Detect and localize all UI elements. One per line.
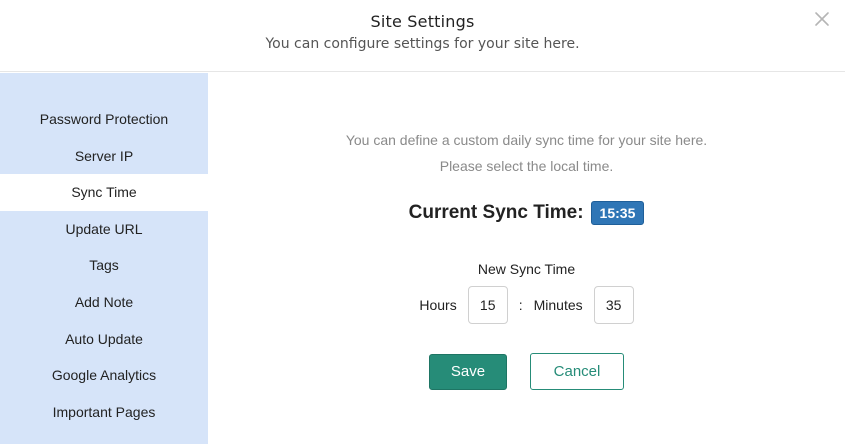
sidebar-item-server-ip[interactable]: Server IP [0, 138, 208, 175]
minutes-input[interactable] [593, 286, 634, 324]
page-title: Site Settings [370, 12, 475, 31]
sidebar-menu: Password Protection Server IP Sync Time … [0, 101, 208, 430]
sidebar-item-important-pages[interactable]: Important Pages [0, 394, 208, 431]
hours-label: Hours [419, 297, 457, 313]
minutes-label: Minutes [533, 297, 583, 313]
sync-time-panel: You can define a custom daily sync time … [208, 73, 845, 444]
sidebar-item-password-protection[interactable]: Password Protection [0, 101, 208, 138]
time-picker-row: Hours : Minutes [208, 286, 845, 324]
new-sync-label: New Sync Time [477, 261, 576, 277]
intro-hint: Please select the local time. [439, 158, 614, 174]
time-separator: : [518, 297, 523, 313]
sidebar-item-add-note[interactable]: Add Note [0, 284, 208, 321]
hours-input[interactable] [467, 286, 508, 324]
page-subtitle: You can configure settings for your site… [265, 36, 580, 52]
sidebar-item-tags[interactable]: Tags [0, 247, 208, 284]
sidebar-item-sync-time[interactable]: Sync Time [0, 174, 208, 211]
modal-header: Site Settings You can configure settings… [0, 0, 845, 72]
close-button[interactable] [813, 10, 831, 28]
sidebar-item-google-analytics[interactable]: Google Analytics [0, 357, 208, 394]
sidebar-item-auto-update[interactable]: Auto Update [0, 321, 208, 358]
current-sync-badge: 15:35 [590, 201, 645, 225]
sidebar: Password Protection Server IP Sync Time … [0, 73, 208, 444]
action-buttons: Save Cancel [208, 353, 845, 390]
current-sync-row: Current Sync Time: 15:35 [208, 201, 845, 225]
current-sync-label: Current Sync Time: [408, 202, 584, 223]
close-icon [815, 12, 829, 26]
sidebar-item-update-url[interactable]: Update URL [0, 211, 208, 248]
save-button[interactable]: Save [429, 353, 507, 390]
cancel-button[interactable]: Cancel [530, 353, 624, 390]
intro-text: You can define a custom daily sync time … [345, 132, 708, 148]
